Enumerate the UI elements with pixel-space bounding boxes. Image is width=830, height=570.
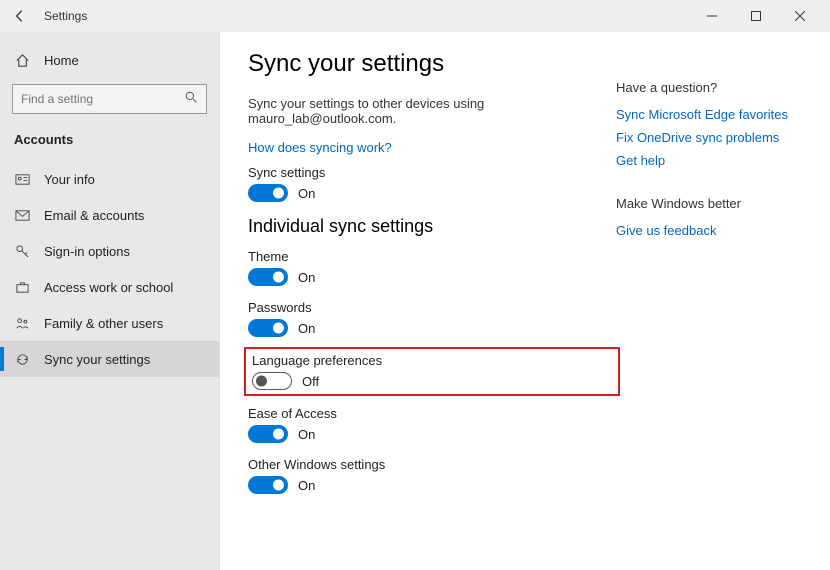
search-input[interactable] — [21, 92, 185, 106]
home-icon — [14, 52, 30, 68]
toggle-state: On — [298, 270, 315, 285]
link-onedrive[interactable]: Fix OneDrive sync problems — [616, 130, 806, 145]
sidebar-item-email[interactable]: Email & accounts — [0, 197, 219, 233]
sidebar-item-label: Access work or school — [44, 280, 173, 295]
setting-theme: Theme On — [248, 249, 616, 286]
toggle-state: On — [298, 321, 315, 336]
search-box[interactable] — [12, 84, 207, 114]
sidebar-item-label: Family & other users — [44, 316, 163, 331]
setting-label: Language preferences — [252, 353, 612, 368]
sidebar-item-work[interactable]: Access work or school — [0, 269, 219, 305]
setting-passwords: Passwords On — [248, 300, 616, 337]
sync-description: Sync your settings to other devices usin… — [248, 96, 616, 126]
toggle-state: Off — [302, 374, 319, 389]
setting-language-preferences: Language preferences Off — [248, 351, 616, 392]
setting-ease-of-access: Ease of Access On — [248, 406, 616, 443]
setting-label: Ease of Access — [248, 406, 616, 421]
people-icon — [14, 315, 30, 331]
card-icon — [14, 171, 30, 187]
search-icon — [185, 91, 198, 107]
back-button[interactable] — [8, 4, 32, 28]
mail-icon — [14, 207, 30, 223]
briefcase-icon — [14, 279, 30, 295]
sidebar-item-label: Email & accounts — [44, 208, 144, 223]
right-panel: Have a question? Sync Microsoft Edge fav… — [616, 50, 806, 570]
home-button[interactable]: Home — [0, 42, 219, 78]
key-icon — [14, 243, 30, 259]
home-label: Home — [44, 53, 79, 68]
setting-toggle[interactable] — [248, 268, 288, 286]
page-heading: Sync your settings — [248, 50, 616, 78]
setting-toggle[interactable] — [248, 476, 288, 494]
link-edge-favorites[interactable]: Sync Microsoft Edge favorites — [616, 107, 806, 122]
close-button[interactable] — [778, 0, 822, 32]
toggle-state: On — [298, 427, 315, 442]
sidebar-item-label: Sync your settings — [44, 352, 150, 367]
maximize-button[interactable] — [734, 0, 778, 32]
setting-label: Sync settings — [248, 165, 616, 180]
individual-heading: Individual sync settings — [248, 216, 616, 237]
titlebar: Settings — [0, 0, 830, 32]
sidebar-item-label: Sign-in options — [44, 244, 130, 259]
toggle-state: On — [298, 478, 315, 493]
setting-label: Other Windows settings — [248, 457, 616, 472]
sidebar-item-signin[interactable]: Sign-in options — [0, 233, 219, 269]
sidebar-item-family[interactable]: Family & other users — [0, 305, 219, 341]
question-heading: Have a question? — [616, 80, 806, 95]
sidebar: Home Accounts Your info Email & accounts — [0, 32, 220, 570]
setting-toggle[interactable] — [248, 425, 288, 443]
setting-label: Theme — [248, 249, 616, 264]
toggle-state: On — [298, 186, 315, 201]
setting-other-windows-settings: Other Windows settings On — [248, 457, 616, 494]
how-syncing-link[interactable]: How does syncing work? — [248, 140, 616, 155]
sidebar-item-sync[interactable]: Sync your settings — [0, 341, 219, 377]
sync-settings-group: Sync settings On — [248, 165, 616, 202]
better-heading: Make Windows better — [616, 196, 806, 211]
sync-icon — [14, 351, 30, 367]
sidebar-item-label: Your info — [44, 172, 95, 187]
sync-settings-toggle[interactable] — [248, 184, 288, 202]
setting-toggle[interactable] — [248, 319, 288, 337]
window-title: Settings — [44, 9, 87, 23]
setting-label: Passwords — [248, 300, 616, 315]
link-get-help[interactable]: Get help — [616, 153, 806, 168]
minimize-button[interactable] — [690, 0, 734, 32]
setting-toggle[interactable] — [252, 372, 292, 390]
link-feedback[interactable]: Give us feedback — [616, 223, 806, 238]
sidebar-section-label: Accounts — [0, 126, 219, 161]
sidebar-item-your-info[interactable]: Your info — [0, 161, 219, 197]
main-content: Sync your settings Sync your settings to… — [248, 50, 616, 570]
